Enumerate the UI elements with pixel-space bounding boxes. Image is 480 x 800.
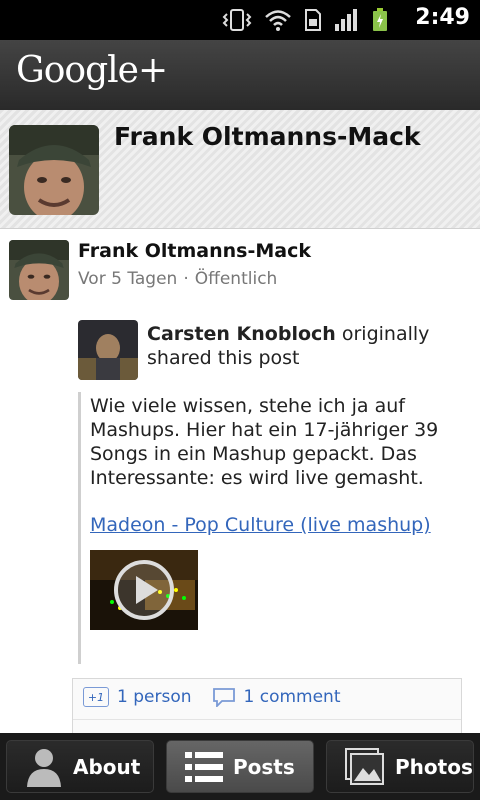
profile-avatar[interactable] — [9, 125, 99, 215]
comment-count[interactable]: 1 comment — [244, 687, 341, 707]
wifi-icon — [265, 10, 291, 31]
post-visibility: Öffentlich — [194, 269, 278, 289]
status-icons — [222, 8, 388, 32]
post-meta: Vor 5 Tagen · Öffentlich — [78, 269, 277, 289]
post-author-avatar[interactable] — [9, 240, 69, 300]
app-bar: Google+ — [0, 40, 480, 110]
bottom-tab-bar: About Posts Photos — [0, 733, 480, 800]
vibrate-icon — [222, 9, 252, 31]
sim-icon — [305, 9, 321, 31]
tab-photos[interactable]: Photos — [326, 740, 474, 793]
shared-from: Carsten Knobloch originally shared this … — [147, 322, 467, 370]
post-text: Wie viele wissen, stehe ich ja auf Mashu… — [90, 395, 439, 489]
signal-icon — [335, 9, 357, 31]
tab-about[interactable]: About — [6, 740, 154, 793]
plus-count[interactable]: 1 person — [117, 687, 192, 707]
video-thumbnail[interactable] — [90, 550, 198, 630]
tab-posts-label: Posts — [233, 754, 295, 779]
post-stats: +1 1 person 1 comment — [72, 678, 462, 739]
stats-divider — [73, 719, 461, 720]
meta-separator: · — [183, 269, 189, 289]
profile-name: Frank Oltmanns-Mack — [114, 122, 421, 151]
plus-one-icon[interactable]: +1 — [83, 687, 109, 707]
post-link[interactable]: Madeon - Pop Culture (live mashup) — [90, 514, 431, 536]
status-bar: 2:49 — [0, 0, 480, 40]
original-author-avatar[interactable] — [78, 320, 138, 380]
clock: 2:49 — [415, 5, 470, 30]
person-icon — [27, 748, 61, 787]
profile-header: Frank Oltmanns-Mack — [0, 110, 480, 229]
original-author-name[interactable]: Carsten Knobloch — [147, 323, 336, 345]
post-author-name[interactable]: Frank Oltmanns-Mack — [78, 240, 311, 262]
list-icon — [185, 751, 223, 782]
photos-icon — [345, 747, 384, 785]
quote-bar — [78, 392, 81, 664]
comment-icon[interactable] — [212, 687, 236, 707]
tab-posts[interactable]: Posts — [166, 740, 314, 793]
tab-about-label: About — [73, 754, 141, 779]
post-time: Vor 5 Tagen — [78, 269, 178, 289]
google-plus-logo[interactable]: Google+ — [16, 50, 168, 91]
battery-icon — [373, 8, 387, 31]
tab-photos-label: Photos — [395, 754, 473, 779]
